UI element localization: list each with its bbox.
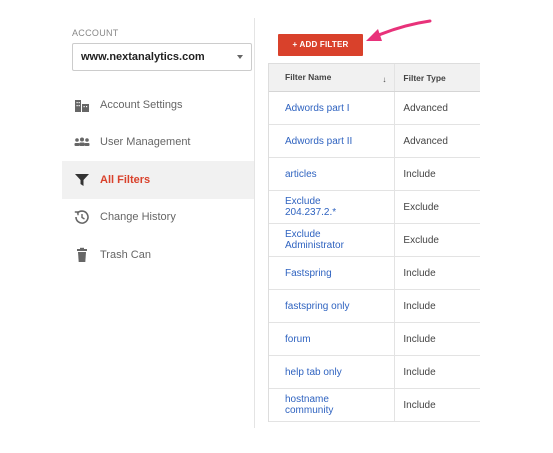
table-row: Exclude Administrator Exclude: [269, 224, 480, 257]
table-row: articles Include: [269, 158, 480, 191]
filter-name-link[interactable]: Adwords part II: [269, 125, 396, 157]
table-row: Fastspring Include: [269, 257, 480, 290]
sidebar-item-label: All Filters: [100, 173, 151, 186]
filter-name-link[interactable]: forum: [269, 323, 396, 355]
table-row: forum Include: [269, 323, 480, 356]
table-row: Adwords part I Advanced: [269, 92, 480, 125]
sidebar-item-account-settings[interactable]: Account Settings: [62, 86, 254, 124]
filter-name-link[interactable]: help tab only: [269, 356, 396, 388]
filter-icon: [75, 173, 89, 186]
table-row: Adwords part II Advanced: [269, 125, 480, 158]
sidebar-item-label: Trash Can: [100, 248, 151, 261]
filter-type-cell: Include: [403, 267, 436, 279]
filter-name-link[interactable]: hostname community: [269, 389, 396, 421]
sidebar-item-all-filters[interactable]: All Filters: [62, 161, 254, 199]
account-selector[interactable]: www.nextanalytics.com: [72, 43, 252, 71]
table-row: Exclude 204.237.2.* Exclude: [269, 191, 480, 224]
sort-arrow-icon: ↓: [382, 75, 387, 84]
column-header-label: Filter Name: [285, 72, 332, 82]
table-row: hostname community Include: [269, 389, 480, 422]
filter-name-link[interactable]: fastspring only: [269, 290, 396, 322]
filter-type-cell: Include: [403, 366, 436, 378]
filter-name-link[interactable]: Fastspring: [269, 257, 396, 289]
add-filter-button[interactable]: + ADD FILTER: [278, 34, 363, 56]
panel-divider: [254, 18, 255, 428]
users-icon: [74, 137, 90, 147]
column-header-filter-name[interactable]: Filter Name ↓: [269, 64, 396, 91]
filter-type-cell: Advanced: [403, 135, 448, 147]
history-icon: [74, 210, 89, 225]
filter-type-cell: Exclude: [403, 234, 439, 246]
filter-type-cell: Advanced: [403, 102, 448, 114]
table-row: fastspring only Include: [269, 290, 480, 323]
column-header-label: Filter Type: [403, 72, 446, 83]
annotation-arrow-icon: [366, 19, 432, 41]
filter-type-cell: Include: [403, 399, 436, 411]
filter-name-link[interactable]: Adwords part I: [269, 92, 396, 124]
filters-table: Filter Name ↓ Filter Type Adwords part I…: [268, 63, 480, 422]
filter-type-cell: Include: [403, 168, 436, 180]
column-header-filter-type[interactable]: Filter Type: [395, 64, 480, 91]
filter-name-link[interactable]: Exclude Administrator: [269, 224, 396, 256]
trash-icon: [77, 247, 87, 262]
table-header-row: Filter Name ↓ Filter Type: [269, 64, 480, 92]
filter-type-cell: Include: [403, 300, 436, 312]
table-body: Adwords part I Advanced Adwords part II Adv…: [269, 92, 480, 422]
sidebar-item-user-management[interactable]: User Management: [62, 124, 254, 162]
sidebar-item-trash-can[interactable]: Trash Can: [62, 236, 254, 274]
sidebar-item-change-history[interactable]: Change History: [62, 199, 254, 237]
sidebar-item-label: Change History: [100, 211, 176, 224]
account-selector-value: www.nextanalytics.com: [81, 51, 205, 63]
caret-down-icon: [237, 55, 243, 59]
filter-name-link[interactable]: Exclude 204.237.2.*: [269, 191, 396, 223]
table-row: help tab only Include: [269, 356, 480, 389]
filter-name-link[interactable]: articles: [269, 158, 396, 190]
account-label: ACCOUNT: [72, 28, 119, 38]
sidebar-item-label: Account Settings: [100, 98, 183, 111]
sidebar-nav: Account Settings User Management All Fil…: [62, 86, 254, 274]
building-icon: [75, 99, 89, 112]
sidebar: ACCOUNT www.nextanalytics.com Account Se…: [62, 18, 254, 428]
sidebar-item-label: User Management: [100, 136, 191, 149]
filter-type-cell: Include: [403, 333, 436, 345]
filter-type-cell: Exclude: [403, 201, 439, 213]
